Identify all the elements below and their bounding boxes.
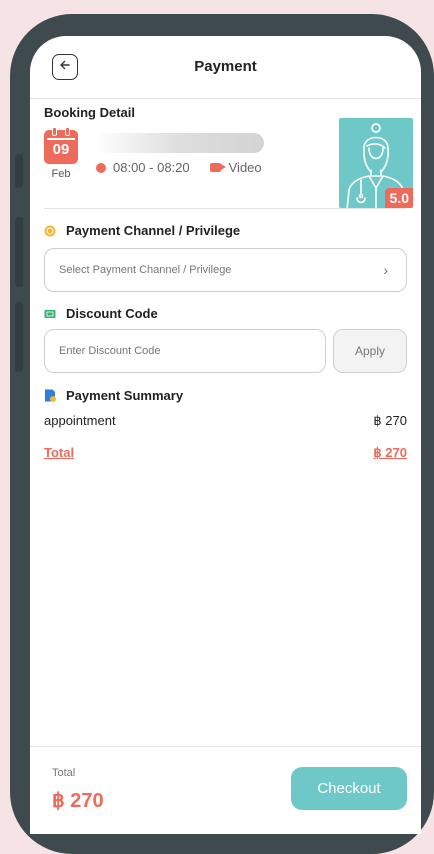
apply-button[interactable]: Apply [333,329,407,373]
payment-channel-select[interactable]: Select Payment Channel / Privilege › [44,248,407,292]
payment-summary-title: Payment Summary [66,388,184,403]
booking-time: 08:00 - 08:20 [113,160,190,175]
clock-icon [96,162,106,173]
summary-item-amount: ฿ 270 [373,413,407,428]
discount-code-input[interactable] [44,329,326,373]
divider [44,208,406,209]
booking-month: Feb [51,168,71,180]
ticket-icon [44,307,56,319]
discount-code-title: Discount Code [66,306,158,321]
footer-total-amount: ฿ 270 [52,790,104,812]
top-bar: Payment [30,36,421,99]
checkout-button[interactable]: Checkout [291,767,407,810]
side-button [15,302,23,372]
video-camera-icon [209,163,226,172]
booking-day: 09 [52,141,70,158]
payment-channel-placeholder: Select Payment Channel / Privilege [59,264,232,276]
booking-detail-title: Booking Detail [44,105,136,120]
coin-icon [44,224,56,237]
doctor-name-redacted [94,133,264,153]
summary-total-label: Total [44,445,75,460]
summary-total-amount: ฿ 270 [373,445,407,460]
side-button [15,154,23,188]
chevron-right-icon: › [383,262,388,278]
doctor-avatar: 5.0 [339,118,413,208]
footer-divider [30,746,421,747]
footer-total-label: Total [52,767,76,779]
calendar-icon: 09 Feb [44,127,78,180]
booking-type: Video [228,160,262,175]
summary-item-label: appointment [44,413,116,428]
receipt-icon [44,389,56,402]
booking-time-row: 08:00 - 08:20 Video [96,160,262,175]
side-button [15,217,23,287]
app-screen: Payment Booking Detail 09 Feb 08:00 - 08… [30,36,421,834]
rating-badge: 5.0 [384,188,413,208]
page-title: Payment [194,58,257,75]
payment-channel-title: Payment Channel / Privilege [66,223,241,238]
